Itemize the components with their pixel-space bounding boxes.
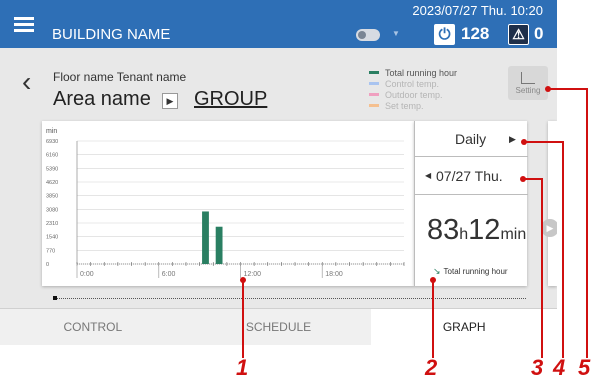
setting-button-label: Setting <box>515 86 541 95</box>
y-tick-label: 6930 <box>46 139 58 145</box>
setting-button[interactable]: Setting <box>508 66 548 100</box>
y-tick-label: 4620 <box>46 180 58 186</box>
back-arrow-icon[interactable]: ‹ <box>22 68 31 96</box>
graph-control-panel: Daily ▶ ◀ 07/27 Thu. 83h12min ↘ Total run… <box>414 121 528 286</box>
x-tick-label: 6:00 <box>162 271 176 278</box>
power-icon: ⏻ <box>434 24 455 45</box>
y-tick-label: 5390 <box>46 166 58 172</box>
total-minutes: 12 <box>468 214 501 246</box>
tab-graph[interactable]: GRAPH <box>371 309 557 345</box>
legend-label: Outdoor temp. <box>385 89 443 100</box>
legend-label: Set temp. <box>385 100 424 111</box>
y-tick-label: 3850 <box>46 194 58 200</box>
graph-card: min 6930 6160 5390 4620 3850 3080 2310 1540 770 0 0… <box>42 121 414 286</box>
callout-4: 4 <box>553 355 566 380</box>
legend-label: Control temp. <box>385 78 440 89</box>
y-tick-label: 6160 <box>46 153 58 159</box>
scroll-thumb[interactable] <box>53 296 57 300</box>
y-tick-label: 770 <box>46 248 55 254</box>
top-bar: BUILDING NAME 2023/07/27 Thu. 10:20 ▼ ⏻ … <box>0 0 557 48</box>
chevron-right-icon: ▶ <box>162 93 178 109</box>
callout-1: 1 <box>236 355 249 380</box>
chart-settings-icon <box>521 72 535 84</box>
total-running-label-row: ↘ Total running hour <box>433 266 508 277</box>
chevron-down-icon[interactable]: ▼ <box>392 29 400 38</box>
period-label: Daily <box>455 131 487 147</box>
y-tick-label: 0 <box>46 262 49 268</box>
y-tick-label: 1540 <box>46 235 58 241</box>
x-tick-label: 18:00 <box>325 271 343 278</box>
callout-line-5 <box>586 88 588 358</box>
chevron-left-icon[interactable]: ◀ <box>425 171 431 180</box>
app-screen: BUILDING NAME 2023/07/27 Thu. 10:20 ▼ ⏻ … <box>0 0 557 345</box>
datetime: 2023/07/27 Thu. 10:20 <box>412 3 543 18</box>
y-tick-label: 3080 <box>46 207 58 213</box>
tab-schedule[interactable]: SCHEDULE <box>186 309 372 345</box>
callout-line-4 <box>562 141 564 358</box>
next-page-icon[interactable]: ▶ <box>541 219 557 237</box>
legend-item: Set temp. <box>369 100 457 111</box>
legend-item: Total running hour <box>369 67 457 78</box>
date-selector[interactable]: ◀ 07/27 Thu. <box>415 157 528 195</box>
bottom-tabs: CONTROL SCHEDULE GRAPH <box>0 308 557 345</box>
building-name: BUILDING NAME <box>52 26 171 43</box>
legend-swatch <box>369 71 379 74</box>
next-graph-card <box>548 121 557 286</box>
callout-3: 3 <box>531 355 544 380</box>
toggle-switch[interactable] <box>356 29 380 41</box>
hours-unit: h <box>459 226 469 243</box>
group-link[interactable]: GROUP <box>194 88 267 111</box>
callout-2: 2 <box>425 355 438 380</box>
legend-label: Total running hour <box>385 67 458 78</box>
running-hour-icon: ↘ <box>433 266 441 276</box>
bar <box>202 211 209 264</box>
chevron-right-icon[interactable]: ▶ <box>509 134 516 145</box>
legend-item: Control temp. <box>369 78 457 89</box>
legend-item: Outdoor temp. <box>369 89 457 100</box>
legend-swatch <box>369 93 379 96</box>
bar <box>215 226 223 264</box>
y-tick-label: 2310 <box>46 221 58 227</box>
floor-tenant-name: Floor name Tenant name <box>53 70 187 84</box>
callout-hline-3 <box>523 178 543 180</box>
running-count: 128 <box>461 24 490 43</box>
period-selector[interactable]: Daily ▶ <box>415 121 528 157</box>
callout-hline-4 <box>524 141 564 143</box>
callout-5: 5 <box>578 355 591 380</box>
total-running-label: Total running hour <box>443 267 508 276</box>
scroll-track <box>56 298 526 299</box>
graph-legend: Total running hour Control temp. Outdoor t… <box>369 67 457 111</box>
legend-swatch <box>369 82 379 85</box>
minutes-unit: min <box>500 226 527 243</box>
alarm-count: 0 <box>534 24 544 43</box>
total-running-time: 83h12min <box>427 214 526 247</box>
warning-triangle-icon: ⚠ <box>508 24 529 45</box>
callout-line-1 <box>242 280 244 358</box>
area-name: Area name <box>53 88 151 110</box>
legend-swatch <box>369 104 379 107</box>
callout-line-2 <box>432 280 434 358</box>
callout-line-3 <box>541 178 543 358</box>
menu-icon[interactable] <box>14 17 34 33</box>
x-tick-label: 0:00 <box>80 271 94 278</box>
y-axis-label: min <box>46 128 57 135</box>
running-hour-chart: min 6930 6160 5390 4620 3850 3080 2310 1540 770 0 0… <box>46 128 405 278</box>
x-tick-label: 12:00 <box>244 271 262 278</box>
date-label: 07/27 Thu. <box>436 168 503 184</box>
tab-control[interactable]: CONTROL <box>0 309 186 345</box>
callout-hline-5 <box>548 88 588 90</box>
total-hours: 83 <box>427 214 460 246</box>
